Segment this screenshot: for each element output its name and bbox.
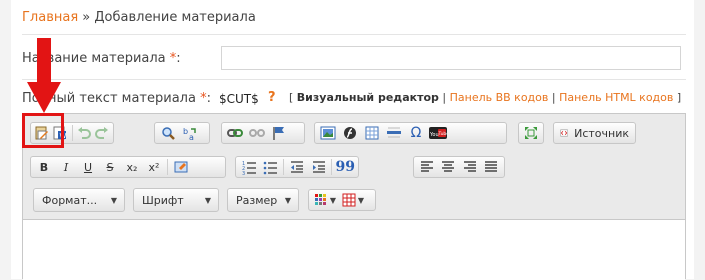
bb-codes-mode-link[interactable]: Панель BB кодов: [450, 91, 549, 104]
fulltext-label-colon: :: [206, 91, 211, 106]
editor-content-area[interactable]: [23, 220, 685, 280]
bold-button[interactable]: B: [33, 158, 55, 176]
toolbar-separator: [283, 159, 285, 175]
help-icon[interactable]: ?: [268, 90, 276, 105]
rich-text-editor: W ba Ω You Tub Источник B I U S x₂ x² 1 …: [22, 113, 686, 280]
breadcrumb: Главная » Добавление материала: [22, 10, 256, 25]
italic-button[interactable]: I: [55, 158, 77, 176]
source-button-label: Источник: [574, 126, 629, 140]
toolbar-group-colors: ▼ ▼: [308, 189, 376, 211]
format-select-label: Формат...: [42, 193, 98, 207]
align-center-icon[interactable]: [438, 158, 460, 176]
underline-button[interactable]: U: [77, 158, 99, 176]
highlight-box: [22, 113, 64, 148]
undo-icon[interactable]: [74, 124, 92, 142]
toolbar-group-maximize: [518, 122, 544, 144]
link-icon[interactable]: [224, 124, 246, 142]
anchor-flag-icon[interactable]: [268, 124, 290, 142]
youtube-icon[interactable]: YouTube: [427, 124, 449, 142]
insert-table-button[interactable]: ▼: [339, 191, 367, 209]
table-grid-icon: [342, 193, 356, 207]
bulleted-list-icon[interactable]: [260, 158, 282, 176]
numbered-list-icon[interactable]: 123: [238, 158, 260, 176]
svg-text:3: 3: [242, 171, 245, 175]
chevron-down-icon: ▼: [110, 195, 117, 205]
table-icon[interactable]: [361, 124, 383, 142]
breadcrumb-home-link[interactable]: Главная: [22, 10, 78, 25]
size-select-label: Размер: [236, 193, 278, 207]
source-button[interactable]: Источник: [553, 122, 636, 144]
align-right-icon[interactable]: [459, 158, 481, 176]
indent-icon[interactable]: [308, 158, 330, 176]
text-color-button[interactable]: ▼: [311, 191, 339, 209]
align-justify-icon[interactable]: [481, 158, 503, 176]
breadcrumb-current: Добавление материала: [94, 10, 256, 25]
replace-icon[interactable]: ba: [179, 124, 201, 142]
mode-divider: |: [442, 91, 447, 104]
toolbar-group-insert: Ω YouTube: [314, 122, 507, 144]
editor-toolbars: W ba Ω You Tub Источник B I U S x₂ x² 1 …: [23, 114, 685, 220]
remove-format-icon[interactable]: [170, 158, 192, 176]
title-label-colon: :: [176, 51, 181, 66]
size-select[interactable]: Размер ▼: [227, 188, 299, 212]
find-icon[interactable]: [157, 124, 179, 142]
subscript-button[interactable]: x₂: [121, 158, 143, 176]
special-char-icon[interactable]: Ω: [405, 124, 427, 142]
divider: [22, 34, 686, 35]
chevron-down-icon: ▼: [329, 195, 337, 205]
format-select[interactable]: Формат... ▼: [33, 188, 125, 212]
outdent-icon[interactable]: [286, 158, 308, 176]
source-code-icon: [560, 129, 569, 137]
toolbar-group-text-style: B I U S x₂ x²: [30, 156, 226, 178]
toolbar-separator: [331, 159, 333, 175]
breadcrumb-separator: »: [78, 10, 95, 25]
align-left-icon[interactable]: [416, 158, 438, 176]
toolbar-separator: [71, 125, 73, 141]
visual-editor-mode[interactable]: Визуальный редактор: [297, 91, 439, 104]
font-select-label: Шрифт: [142, 193, 184, 207]
chevron-down-icon: ▼: [357, 195, 365, 205]
strikethrough-button[interactable]: S: [99, 158, 121, 176]
red-arrow-icon: [27, 38, 61, 113]
cut-tag[interactable]: $CUT$: [219, 92, 259, 106]
toolbar-group-lists: 123 99: [235, 156, 359, 178]
svg-text:a: a: [189, 133, 194, 141]
chevron-down-icon: ▼: [284, 195, 291, 205]
editor-mode-switch: [ Визуальный редактор | Панель BB кодов …: [289, 91, 681, 104]
redo-icon[interactable]: [93, 124, 111, 142]
chevron-down-icon: ▼: [204, 195, 211, 205]
toolbar-group-search: ba: [154, 122, 210, 144]
toolbar-group-links: [221, 122, 305, 144]
toolbar-group-align: [413, 156, 505, 178]
divider: [22, 79, 686, 80]
mode-divider: |: [551, 91, 556, 104]
title-input[interactable]: [221, 46, 681, 70]
maximize-icon[interactable]: [521, 124, 541, 142]
color-palette-icon: [314, 194, 326, 205]
html-codes-mode-link[interactable]: Панель HTML кодов: [559, 91, 673, 104]
flash-icon[interactable]: [339, 124, 361, 142]
svg-text:You: You: [429, 132, 439, 138]
horizontal-rule-icon[interactable]: [383, 124, 405, 142]
superscript-button[interactable]: x²: [143, 158, 165, 176]
blockquote-button[interactable]: 99: [334, 158, 356, 176]
unlink-icon[interactable]: [246, 124, 268, 142]
svg-text:b: b: [183, 127, 188, 136]
image-icon[interactable]: [317, 124, 339, 142]
svg-text:Tube: Tube: [438, 131, 448, 137]
bracket-open: [: [289, 91, 294, 104]
font-select[interactable]: Шрифт ▼: [133, 188, 219, 212]
toolbar-separator: [167, 159, 168, 175]
bracket-close: ]: [676, 91, 682, 104]
